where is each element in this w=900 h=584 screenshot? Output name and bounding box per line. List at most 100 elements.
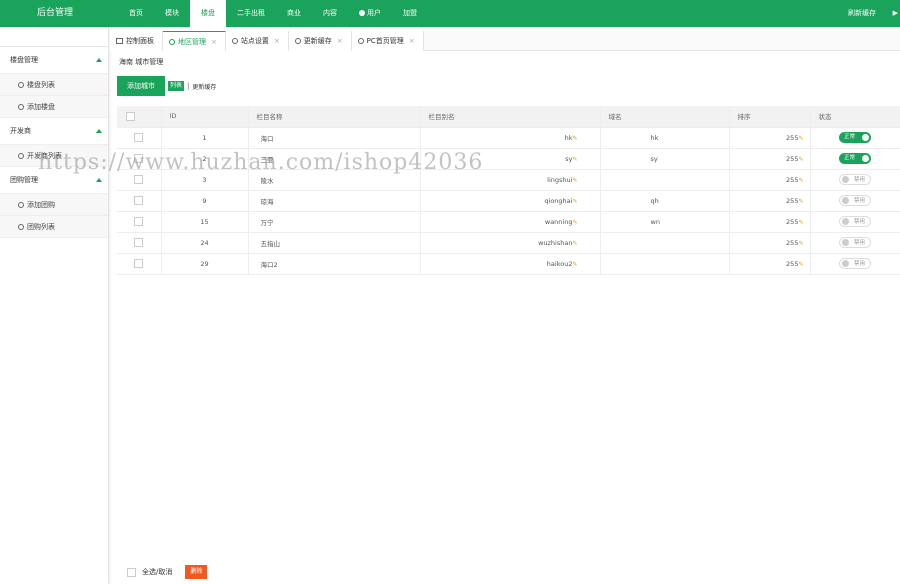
cell-domain bbox=[600, 169, 730, 191]
pencil-icon[interactable]: ✎ bbox=[572, 135, 577, 142]
nav-label: 用户 bbox=[367, 9, 381, 17]
cell-alias[interactable]: wuzhishan✎ bbox=[420, 232, 601, 254]
exit-icon[interactable]: ▶ bbox=[893, 0, 898, 27]
pencil-icon[interactable]: ✎ bbox=[798, 261, 803, 268]
cell-domain: hk bbox=[600, 127, 730, 149]
cell-alias[interactable]: wanning✎ bbox=[420, 211, 601, 233]
nav-users[interactable]: 用户 bbox=[348, 0, 392, 27]
row-checkbox[interactable] bbox=[134, 217, 144, 226]
nav-home[interactable]: 首页 bbox=[118, 0, 154, 27]
sidebar-group-property[interactable]: 楼盘管理 bbox=[0, 47, 108, 74]
row-checkbox[interactable] bbox=[134, 133, 144, 142]
caret-up-icon bbox=[96, 178, 102, 182]
status-toggle[interactable]: 禁用 bbox=[839, 195, 871, 206]
cell-sort[interactable]: 255✎ bbox=[729, 232, 811, 254]
status-toggle[interactable]: 禁用 bbox=[839, 237, 871, 248]
nav-content[interactable]: 内容 bbox=[312, 0, 348, 27]
pencil-icon[interactable]: ✎ bbox=[572, 198, 577, 205]
cell-sort[interactable]: 255✎ bbox=[729, 211, 811, 233]
cell-sort[interactable]: 255✎ bbox=[729, 148, 811, 170]
cell-alias[interactable]: sy✎ bbox=[420, 148, 601, 170]
status-toggle[interactable]: 禁用 bbox=[839, 258, 871, 269]
pencil-icon[interactable]: ✎ bbox=[572, 261, 577, 268]
cell-sort[interactable]: 255✎ bbox=[729, 169, 811, 191]
close-icon[interactable]: × bbox=[211, 38, 217, 46]
status-toggle[interactable]: 正常 bbox=[839, 153, 871, 164]
row-select bbox=[117, 253, 162, 275]
nav-franchise[interactable]: 加盟 bbox=[392, 0, 428, 27]
status-toggle[interactable]: 正常 bbox=[839, 132, 871, 143]
pencil-icon[interactable]: ✎ bbox=[798, 177, 803, 184]
pencil-icon[interactable]: ✎ bbox=[572, 240, 577, 247]
sidebar-group-developer[interactable]: 开发商 bbox=[0, 118, 108, 145]
refresh-cache-link[interactable]: 刷新缓存 bbox=[848, 0, 876, 27]
header-id: ID bbox=[161, 106, 249, 128]
sort-text: 255 bbox=[786, 175, 799, 184]
nav-commercial[interactable]: 商业 bbox=[276, 0, 312, 27]
pencil-icon[interactable]: ✎ bbox=[798, 156, 803, 163]
sidebar-item-property-list[interactable]: 楼盘列表 bbox=[0, 74, 108, 96]
status-toggle[interactable]: 禁用 bbox=[839, 174, 871, 185]
alias-text: haikou2 bbox=[546, 259, 573, 268]
pencil-icon[interactable]: ✎ bbox=[572, 219, 577, 226]
sidebar-item-group-buy-list[interactable]: 团购列表 bbox=[0, 216, 108, 238]
sidebar-item-add-group-buy[interactable]: 添加团购 bbox=[0, 194, 108, 216]
cell-sort[interactable]: 255✎ bbox=[729, 190, 811, 212]
circle-icon bbox=[18, 82, 24, 88]
cell-sort[interactable]: 255✎ bbox=[729, 127, 811, 149]
pencil-icon[interactable]: ✎ bbox=[572, 177, 577, 184]
select-all-checkbox[interactable] bbox=[127, 567, 136, 577]
tab-site-settings[interactable]: 站点设置 × bbox=[225, 31, 289, 51]
row-select bbox=[117, 169, 162, 191]
list-button[interactable]: 列表 bbox=[168, 81, 185, 91]
cell-alias[interactable]: qionghai✎ bbox=[420, 190, 601, 212]
row-checkbox[interactable] bbox=[134, 238, 144, 247]
row-checkbox[interactable] bbox=[134, 154, 144, 163]
table-row: 15 万宁 wanning✎ wn 255✎ 禁用 bbox=[117, 211, 900, 233]
separator: | bbox=[187, 82, 190, 90]
row-checkbox[interactable] bbox=[134, 259, 144, 268]
cell-domain: wn bbox=[600, 211, 730, 233]
select-all-header-checkbox[interactable] bbox=[126, 111, 135, 121]
close-icon[interactable]: × bbox=[274, 37, 280, 45]
add-city-button[interactable]: 添加城市 bbox=[117, 76, 165, 96]
close-icon[interactable]: × bbox=[337, 37, 343, 45]
select-all-label[interactable]: 全选/取消 bbox=[142, 567, 172, 577]
status-toggle[interactable]: 禁用 bbox=[839, 216, 871, 227]
row-checkbox[interactable] bbox=[134, 175, 144, 184]
cell-alias[interactable]: haikou2✎ bbox=[420, 253, 601, 275]
sidebar-item-developer-list[interactable]: 开发商列表 bbox=[0, 145, 108, 167]
pencil-icon[interactable]: ✎ bbox=[798, 240, 803, 247]
pencil-icon[interactable]: ✎ bbox=[798, 198, 803, 205]
nav-property[interactable]: 楼盘 bbox=[190, 0, 226, 27]
cell-sort[interactable]: 255✎ bbox=[729, 253, 811, 275]
close-icon[interactable]: × bbox=[409, 37, 415, 45]
delete-button[interactable]: 删除 bbox=[185, 565, 208, 579]
header-alias: 栏目别名 bbox=[420, 106, 601, 128]
cell-alias[interactable]: hk✎ bbox=[420, 127, 601, 149]
row-checkbox[interactable] bbox=[134, 196, 144, 205]
update-cache-button[interactable]: 更新缓存 bbox=[192, 82, 216, 91]
row-select bbox=[117, 211, 162, 233]
cell-alias[interactable]: lingshui✎ bbox=[420, 169, 601, 191]
circle-icon bbox=[18, 153, 24, 159]
cell-id: 1 bbox=[161, 127, 249, 149]
tab-pc-home[interactable]: PC首页管理 × bbox=[351, 31, 424, 51]
cell-id: 29 bbox=[161, 253, 249, 275]
pencil-icon[interactable]: ✎ bbox=[572, 156, 577, 163]
circle-icon bbox=[231, 38, 238, 44]
pencil-icon[interactable]: ✎ bbox=[798, 135, 803, 142]
tab-dashboard[interactable]: 控制面板 bbox=[110, 31, 163, 51]
pencil-icon[interactable]: ✎ bbox=[798, 219, 803, 226]
sort-text: 255 bbox=[786, 259, 799, 268]
sidebar-group-group-buy[interactable]: 团购管理 bbox=[0, 167, 108, 194]
tab-update-cache[interactable]: 更新缓存 × bbox=[288, 31, 352, 51]
nav-modules[interactable]: 模块 bbox=[154, 0, 190, 27]
sort-text: 255 bbox=[786, 133, 799, 142]
tab-region[interactable]: 地区管理 × bbox=[163, 31, 226, 51]
nav-second-hand[interactable]: 二手出租 bbox=[226, 0, 276, 27]
nav-label: 内容 bbox=[323, 9, 337, 17]
sidebar-item-add-property[interactable]: 添加楼盘 bbox=[0, 96, 108, 118]
cell-status: 正常 bbox=[810, 127, 900, 149]
cell-id: 3 bbox=[161, 169, 249, 191]
